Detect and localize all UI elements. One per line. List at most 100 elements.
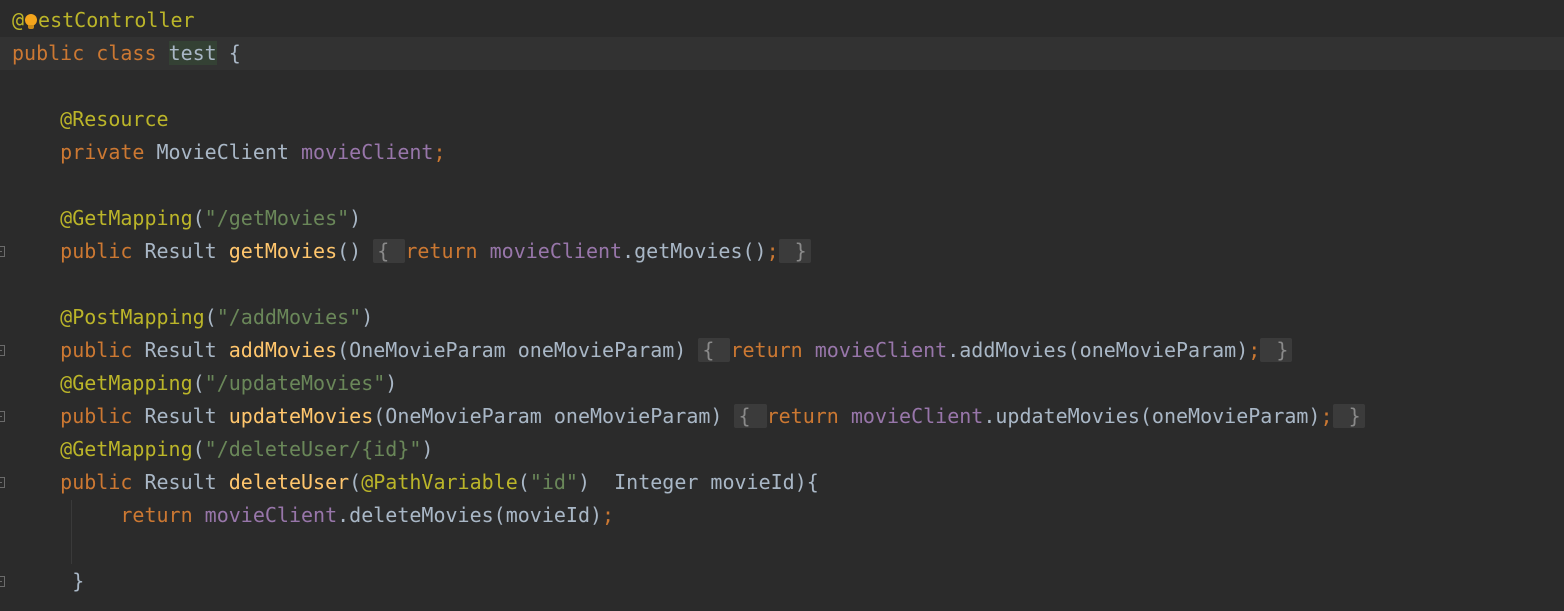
code-token: ;	[602, 503, 615, 527]
code-token: (	[192, 206, 205, 230]
code-token: deleteUser	[228, 470, 350, 494]
code-editor[interactable]: @ estController public class test { @Resou…	[0, 0, 1564, 611]
code-token: @GetMapping	[60, 206, 193, 230]
code-token: return	[120, 503, 193, 527]
code-line[interactable]: }	[12, 565, 84, 598]
code-line[interactable]: @ estController	[12, 4, 195, 37]
code-token: return	[405, 239, 478, 263]
code-line[interactable]: return movieClient.deleteMovies(movieId)…	[12, 499, 614, 532]
code-token: (	[192, 371, 205, 395]
code-line[interactable]: public class test {	[12, 37, 241, 70]
code-token: )	[349, 206, 362, 230]
code-token: }	[12, 569, 85, 593]
code-token: "/addMovies"	[216, 305, 362, 329]
code-token: public	[60, 338, 133, 362]
folded-code-region[interactable]: {	[734, 404, 767, 428]
fold-toggle-icon[interactable]	[0, 345, 5, 356]
code-line[interactable]: @GetMapping("/getMovies")	[12, 202, 361, 235]
code-token: movieClient	[489, 239, 623, 263]
folded-code-region[interactable]: }	[1260, 338, 1293, 362]
code-line[interactable]: @GetMapping("/deleteUser/{id}")	[12, 433, 433, 466]
code-token: (	[204, 305, 217, 329]
code-token: @GetMapping	[60, 371, 193, 395]
code-token: ()	[337, 239, 374, 263]
code-token: @GetMapping	[60, 437, 193, 461]
code-token: @Resource	[60, 107, 169, 131]
code-token: ) Integer movieId){	[577, 470, 819, 494]
code-token: movieClient	[814, 338, 948, 362]
fold-toggle-icon[interactable]	[0, 411, 5, 422]
gutter[interactable]	[0, 0, 10, 611]
code-token: )	[385, 371, 398, 395]
fold-toggle-icon[interactable]	[0, 477, 5, 488]
code-token: return	[766, 404, 839, 428]
code-token: ;	[1248, 338, 1261, 362]
code-line[interactable]: public Result getMovies() { return movie…	[12, 235, 811, 268]
code-token: (OneMovieParam oneMovieParam)	[373, 404, 735, 428]
code-token: .addMovies(oneMovieParam)	[947, 338, 1249, 362]
code-line[interactable]: public Result deleteUser(@PathVariable("…	[12, 466, 819, 499]
code-token: ;	[1320, 404, 1333, 428]
code-token: Result	[132, 470, 229, 494]
code-line[interactable]: public Result addMovies(OneMovieParam on…	[12, 334, 1293, 367]
code-token: public	[60, 470, 133, 494]
code-line[interactable]: @PostMapping("/addMovies")	[12, 301, 373, 334]
code-token: Result	[132, 239, 229, 263]
code-token: getMovies	[228, 239, 338, 263]
code-token: updateMovies	[228, 404, 374, 428]
folded-code-region[interactable]: {	[373, 239, 406, 263]
code-token: (	[517, 470, 530, 494]
code-token: "/getMovies"	[204, 206, 350, 230]
code-line[interactable]: private MovieClient movieClient;	[12, 136, 446, 169]
code-token: @PostMapping	[60, 305, 205, 329]
fold-toggle-icon[interactable]	[0, 576, 5, 587]
fold-toggle-icon[interactable]	[0, 246, 5, 257]
code-token: public	[60, 239, 133, 263]
code-token: (	[192, 437, 205, 461]
folded-code-region[interactable]: }	[1332, 404, 1365, 428]
lightbulb-icon[interactable]	[24, 13, 38, 30]
code-token: movieClient	[204, 503, 338, 527]
code-token: movieClient	[301, 140, 434, 164]
code-token: public	[60, 404, 133, 428]
code-token: @	[12, 8, 25, 32]
code-line[interactable]: public Result updateMovies(OneMovieParam…	[12, 400, 1365, 433]
folded-code-region[interactable]: }	[778, 239, 811, 263]
code-token: estController	[38, 8, 195, 32]
code-token: ;	[433, 140, 446, 164]
code-line[interactable]: @GetMapping("/updateMovies")	[12, 367, 397, 400]
code-token: "id"	[529, 470, 578, 494]
code-token: private	[60, 140, 145, 164]
code-line[interactable]: @Resource	[12, 103, 169, 136]
code-token: Result	[132, 338, 229, 362]
code-token: @PathVariable	[361, 470, 518, 494]
code-token: addMovies	[228, 338, 338, 362]
code-token: .deleteMovies(movieId)	[337, 503, 603, 527]
code-token: public	[12, 41, 85, 65]
code-token: ;	[766, 239, 779, 263]
code-token: movieClient	[850, 404, 984, 428]
code-token: )	[361, 305, 374, 329]
code-token: test	[168, 41, 217, 65]
code-token: class	[96, 41, 157, 65]
code-token: return	[730, 338, 803, 362]
code-token: "/updateMovies"	[204, 371, 386, 395]
folded-code-region[interactable]: {	[698, 338, 731, 362]
